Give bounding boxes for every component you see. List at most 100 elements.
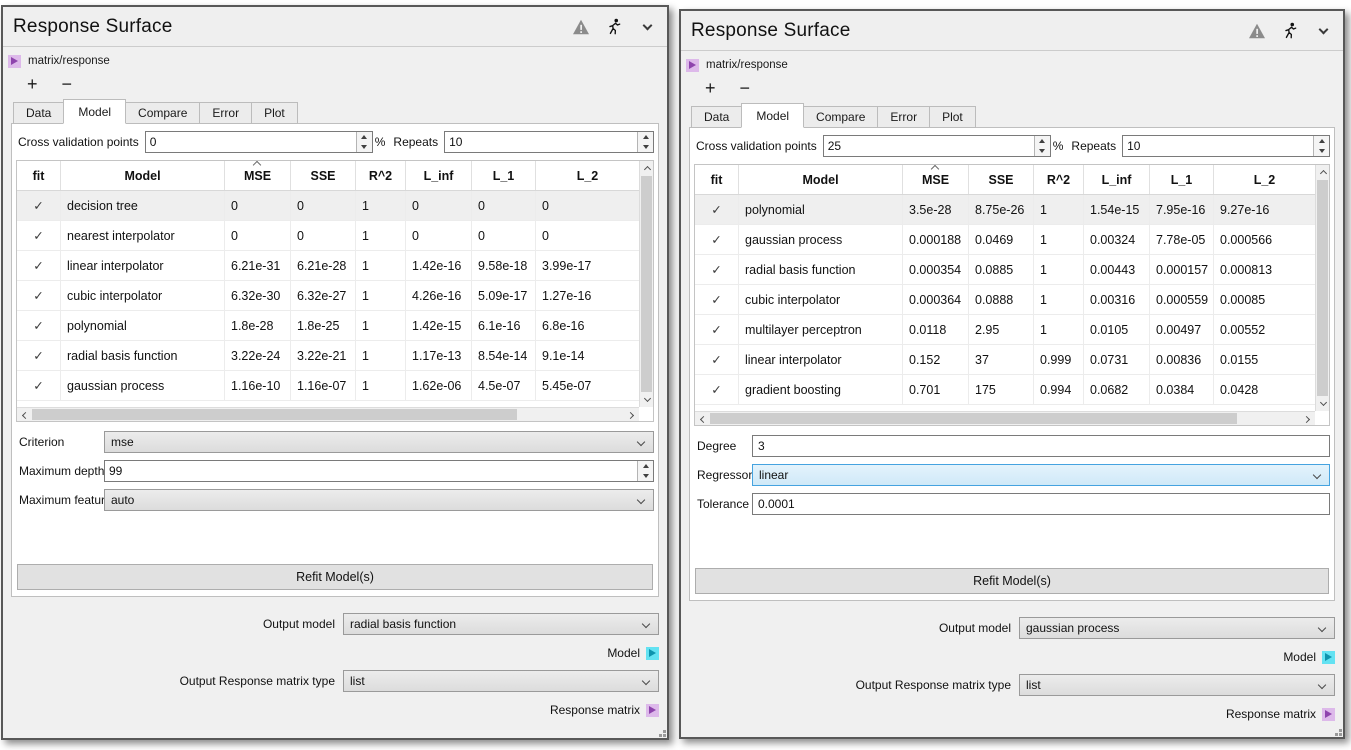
scroll-down-icon[interactable]: [640, 393, 654, 407]
column-header[interactable]: Model: [739, 165, 903, 194]
tab-model[interactable]: Model: [741, 103, 804, 128]
table-row[interactable]: ✓gaussian process1.16e-101.16e-0711.62e-…: [17, 371, 639, 401]
column-header[interactable]: L_inf: [406, 161, 472, 190]
output-model-combobox[interactable]: radial basis function: [343, 613, 659, 635]
add-button[interactable]: +: [27, 74, 38, 94]
repeats-spinbox[interactable]: 10: [444, 131, 654, 153]
matrix-type-combobox[interactable]: list: [343, 670, 659, 692]
max-depth-spinbox[interactable]: 99: [104, 460, 654, 482]
resize-grip[interactable]: [658, 729, 666, 737]
column-header[interactable]: Model: [61, 161, 225, 190]
tab-plot[interactable]: Plot: [252, 102, 298, 124]
table-cell: 0.152: [903, 345, 969, 374]
tab-compare[interactable]: Compare: [804, 106, 878, 128]
criterion-combobox[interactable]: mse: [104, 431, 654, 453]
degree-input[interactable]: 3: [752, 435, 1330, 457]
column-header[interactable]: R^2: [1034, 165, 1084, 194]
collapse-chevron-icon[interactable]: [637, 17, 657, 37]
scroll-left-icon[interactable]: [695, 412, 709, 426]
table-row[interactable]: ✓decision tree001000: [17, 191, 639, 221]
table-row[interactable]: ✓nearest interpolator001000: [17, 221, 639, 251]
table-row[interactable]: ✓gradient boosting0.7011750.9940.06820.0…: [695, 375, 1315, 405]
runner-icon[interactable]: [604, 17, 624, 37]
spin-arrows[interactable]: [637, 132, 653, 152]
table-cell: 1.16e-07: [291, 371, 356, 400]
max-features-combobox[interactable]: auto: [104, 489, 654, 511]
table-cell: 1: [1034, 225, 1084, 254]
remove-button[interactable]: −: [62, 74, 73, 94]
spin-arrows[interactable]: [356, 132, 372, 152]
column-header[interactable]: fit: [695, 165, 739, 194]
collapse-chevron-icon[interactable]: [1313, 21, 1333, 41]
table-cell: 1.27e-16: [536, 281, 639, 310]
fit-checkmark-icon: ✓: [695, 195, 739, 224]
horizontal-scrollbar[interactable]: [17, 407, 639, 421]
resize-grip[interactable]: [1334, 728, 1342, 736]
column-header[interactable]: R^2: [356, 161, 406, 190]
model-output-port-icon[interactable]: [646, 647, 659, 660]
scroll-up-icon[interactable]: [640, 161, 654, 175]
response-matrix-port-icon[interactable]: [1322, 708, 1335, 721]
scroll-down-icon[interactable]: [1316, 397, 1330, 411]
cv-points-spinbox[interactable]: 0: [145, 131, 373, 153]
tab-error[interactable]: Error: [200, 102, 252, 124]
table-row[interactable]: ✓polynomial3.5e-288.75e-2611.54e-157.95e…: [695, 195, 1315, 225]
column-header[interactable]: L_2: [1214, 165, 1315, 194]
repeats-spinbox[interactable]: 10: [1122, 135, 1330, 157]
horizontal-scrollbar[interactable]: [695, 411, 1315, 425]
table-row[interactable]: ✓radial basis function3.22e-243.22e-2111…: [17, 341, 639, 371]
horizontal-scroll-thumb[interactable]: [710, 413, 1237, 424]
column-header[interactable]: L_1: [1150, 165, 1214, 194]
column-header[interactable]: SSE: [969, 165, 1034, 194]
tolerance-input[interactable]: 0.0001: [752, 493, 1330, 515]
scroll-up-icon[interactable]: [1316, 165, 1330, 179]
input-port-icon[interactable]: [686, 59, 699, 72]
table-row[interactable]: ✓cubic interpolator0.0003640.088810.0031…: [695, 285, 1315, 315]
matrix-type-combobox[interactable]: list: [1019, 674, 1335, 696]
table-cell: 6.1e-16: [472, 311, 536, 340]
refit-models-button[interactable]: Refit Model(s): [17, 564, 653, 590]
model-output-port-icon[interactable]: [1322, 651, 1335, 664]
output-model-combobox[interactable]: gaussian process: [1019, 617, 1335, 639]
tab-compare[interactable]: Compare: [126, 102, 200, 124]
tab-error[interactable]: Error: [878, 106, 930, 128]
column-header[interactable]: L_1: [472, 161, 536, 190]
regressor-combobox[interactable]: linear: [752, 464, 1330, 486]
response-matrix-label: Response matrix: [1226, 707, 1316, 721]
table-row[interactable]: ✓linear interpolator0.152370.9990.07310.…: [695, 345, 1315, 375]
column-header[interactable]: MSE: [225, 161, 291, 190]
tab-data[interactable]: Data: [13, 102, 64, 124]
table-row[interactable]: ✓gaussian process0.0001880.046910.003247…: [695, 225, 1315, 255]
column-header[interactable]: SSE: [291, 161, 356, 190]
spin-arrows[interactable]: [1034, 136, 1050, 156]
vertical-scroll-thumb[interactable]: [641, 176, 652, 392]
table-row[interactable]: ✓cubic interpolator6.32e-306.32e-2714.26…: [17, 281, 639, 311]
cv-points-spinbox[interactable]: 25: [823, 135, 1051, 157]
tab-data[interactable]: Data: [691, 106, 742, 128]
vertical-scroll-thumb[interactable]: [1317, 180, 1328, 396]
table-row[interactable]: ✓multilayer perceptron0.01182.9510.01050…: [695, 315, 1315, 345]
remove-button[interactable]: −: [740, 78, 751, 98]
table-row[interactable]: ✓polynomial1.8e-281.8e-2511.42e-156.1e-1…: [17, 311, 639, 341]
input-port-icon[interactable]: [8, 55, 21, 68]
vertical-scrollbar[interactable]: [1315, 165, 1329, 411]
spin-arrows[interactable]: [1313, 136, 1329, 156]
scroll-right-icon[interactable]: [625, 408, 639, 422]
column-header[interactable]: L_inf: [1084, 165, 1150, 194]
spin-arrows[interactable]: [637, 461, 653, 481]
table-row[interactable]: ✓linear interpolator6.21e-316.21e-2811.4…: [17, 251, 639, 281]
scroll-right-icon[interactable]: [1301, 412, 1315, 426]
horizontal-scroll-thumb[interactable]: [32, 409, 517, 420]
add-button[interactable]: +: [705, 78, 716, 98]
response-matrix-port-icon[interactable]: [646, 704, 659, 717]
vertical-scrollbar[interactable]: [639, 161, 653, 407]
runner-icon[interactable]: [1280, 21, 1300, 41]
table-row[interactable]: ✓radial basis function0.0003540.088510.0…: [695, 255, 1315, 285]
refit-models-button[interactable]: Refit Model(s): [695, 568, 1329, 594]
column-header[interactable]: fit: [17, 161, 61, 190]
tab-plot[interactable]: Plot: [930, 106, 976, 128]
tab-model[interactable]: Model: [63, 99, 126, 124]
column-header[interactable]: L_2: [536, 161, 639, 190]
column-header[interactable]: MSE: [903, 165, 969, 194]
scroll-left-icon[interactable]: [17, 408, 31, 422]
